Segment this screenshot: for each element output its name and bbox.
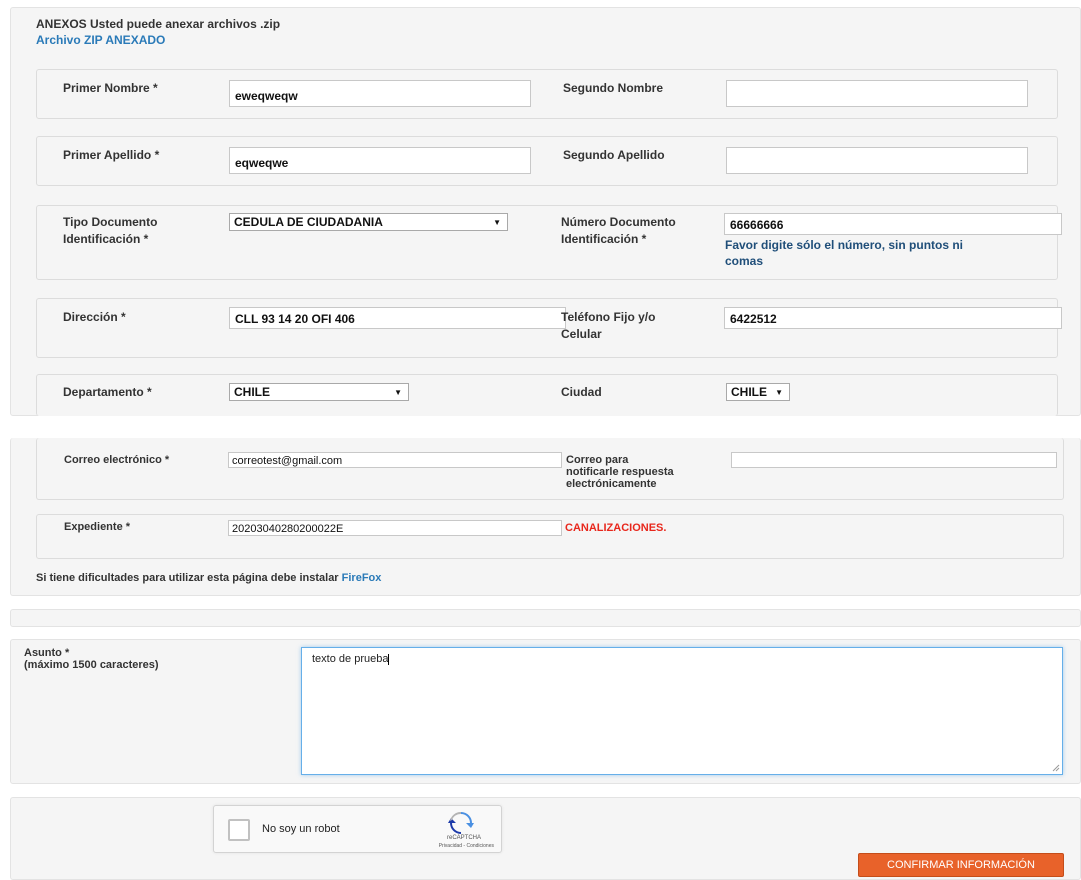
ciudad-label: Ciudad bbox=[561, 385, 602, 399]
confirm-button[interactable]: CONFIRMAR INFORMACIÓN bbox=[858, 853, 1064, 877]
expediente-field[interactable]: 20203040280200022E bbox=[228, 520, 562, 536]
departamento-label: Departamento * bbox=[63, 385, 152, 399]
recaptcha-logo-icon bbox=[448, 812, 474, 834]
numero-documento-label-2: Identificación * bbox=[561, 232, 647, 246]
segundo-nombre-label: Segundo Nombre bbox=[563, 81, 664, 95]
segundo-nombre-field[interactable] bbox=[726, 80, 1028, 107]
row-ubicacion bbox=[36, 374, 1058, 416]
primer-nombre-label: Primer Nombre * bbox=[63, 81, 158, 95]
text-cursor bbox=[388, 653, 390, 665]
numero-documento-hint-2: comas bbox=[725, 254, 764, 268]
primer-nombre-field[interactable]: eweqweqw bbox=[229, 80, 531, 107]
direccion-field[interactable]: CLL 93 14 20 OFI 406 bbox=[229, 307, 566, 329]
recaptcha-checkbox[interactable] bbox=[228, 819, 250, 841]
segundo-apellido-label: Segundo Apellido bbox=[563, 148, 665, 162]
row-correo bbox=[36, 438, 1064, 500]
asunto-text: texto de prueba bbox=[312, 653, 389, 665]
recaptcha-brand: reCAPTCHA bbox=[446, 835, 481, 841]
expediente-tag: CANALIZACIONES. bbox=[565, 522, 667, 534]
tipo-documento-label-1: Tipo Documento bbox=[63, 215, 158, 229]
recaptcha-label: No soy un robot bbox=[262, 823, 340, 835]
correo-label: Correo electrónico * bbox=[64, 454, 170, 466]
correo-field[interactable]: correotest@gmail.com bbox=[228, 452, 562, 468]
recaptcha-links[interactable]: Privacidad - Condiciones bbox=[404, 843, 494, 849]
telefono-label-2: Celular bbox=[561, 327, 602, 341]
anexos-title: ANEXOS Usted puede anexar archivos .zip bbox=[36, 17, 281, 31]
segundo-apellido-field[interactable] bbox=[726, 147, 1028, 174]
asunto-label-2: (máximo 1500 caracteres) bbox=[24, 659, 159, 671]
chevron-down-icon: ▼ bbox=[775, 388, 783, 397]
correo-notificacion-label-2: notificarle respuesta bbox=[566, 466, 674, 478]
chevron-down-icon: ▼ bbox=[394, 388, 402, 397]
telefono-label-1: Teléfono Fijo y/o bbox=[561, 310, 656, 324]
correo-notificacion-label-3: electrónicamente bbox=[566, 478, 657, 490]
departamento-select[interactable]: CHILE ▼ bbox=[229, 383, 409, 401]
telefono-field[interactable]: 6422512 bbox=[724, 307, 1062, 329]
departamento-value: CHILE bbox=[234, 385, 270, 399]
recaptcha-widget: No soy un robot reCAPTCHA Privacidad - C… bbox=[213, 805, 502, 853]
firefox-note: Si tiene dificultades para utilizar esta… bbox=[36, 572, 381, 584]
anexos-link[interactable]: Archivo ZIP ANEXADO bbox=[36, 33, 165, 47]
chevron-down-icon: ▼ bbox=[493, 218, 501, 227]
tipo-documento-label-2: Identificación * bbox=[63, 232, 149, 246]
ciudad-select[interactable]: CHILE ▼ bbox=[726, 383, 790, 401]
firefox-note-text: Si tiene dificultades para utilizar esta… bbox=[36, 572, 342, 584]
separator-panel bbox=[10, 609, 1081, 627]
asunto-label-1: Asunto * bbox=[24, 647, 70, 659]
expediente-label: Expediente * bbox=[64, 521, 131, 533]
resize-handle-icon[interactable] bbox=[1052, 764, 1060, 772]
ciudad-value: CHILE bbox=[731, 385, 767, 399]
firefox-link[interactable]: FireFox bbox=[342, 572, 382, 584]
direccion-label: Dirección * bbox=[63, 310, 126, 324]
correo-notificacion-field[interactable] bbox=[731, 452, 1057, 468]
tipo-documento-value: CEDULA DE CIUDADANIA bbox=[234, 215, 383, 229]
numero-documento-field[interactable]: 66666666 bbox=[724, 213, 1062, 235]
tipo-documento-select[interactable]: CEDULA DE CIUDADANIA ▼ bbox=[229, 213, 508, 231]
correo-notificacion-label-1: Correo para bbox=[566, 454, 629, 466]
primer-apellido-label: Primer Apellido * bbox=[63, 148, 160, 162]
primer-apellido-field[interactable]: eqweqwe bbox=[229, 147, 531, 174]
asunto-textarea[interactable]: texto de prueba bbox=[301, 647, 1063, 775]
numero-documento-label-1: Número Documento bbox=[561, 215, 676, 229]
